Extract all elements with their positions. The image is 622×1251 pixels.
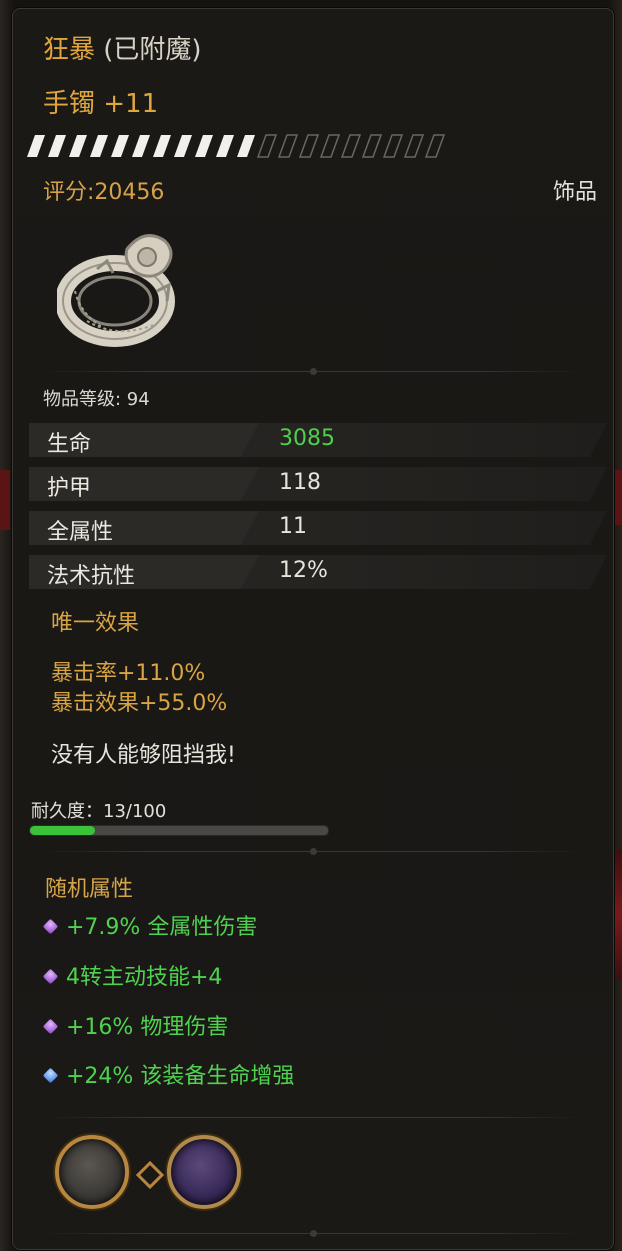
- durability-label: 耐久度：13/100: [31, 801, 167, 822]
- random-attribute-line: +16% 物理伤害: [42, 1009, 229, 1041]
- stat-row-health: 生命 3085: [29, 423, 607, 457]
- stat-row-armor: 护甲 118: [29, 467, 607, 501]
- random-attribute-line: +24% 该装备生命增强: [42, 1058, 295, 1090]
- section-divider: [43, 1230, 583, 1237]
- item-tooltip-panel: 狂暴 (已附魔) 手镯 +11 评分:20456 饰品 物品等级: 94 生命 …: [12, 8, 614, 1250]
- stat-name: 护甲: [47, 476, 92, 501]
- socket-link-icon: [135, 1160, 165, 1190]
- upgrade-segment: [90, 135, 108, 157]
- stat-name: 生命: [47, 432, 92, 457]
- purple-gem-icon: [42, 968, 59, 985]
- stat-row-spell-resistance: 法术抗性 12%: [29, 555, 607, 589]
- blue-gem-icon: [42, 1067, 59, 1084]
- stat-name: 全属性: [47, 520, 114, 545]
- random-attribute-text: +7.9% 全属性伤害: [66, 915, 258, 940]
- item-type-level: 手镯 +11: [43, 89, 159, 119]
- stat-row-all-attributes: 全属性 11: [29, 511, 607, 545]
- unique-effect-line: 暴击效果+55.0%: [51, 691, 228, 716]
- background-edge: [0, 470, 10, 530]
- empty-socket-slot[interactable]: [55, 1135, 129, 1209]
- upgrade-segment: [216, 135, 234, 157]
- upgrade-progress-bar: [27, 134, 446, 158]
- upgrade-segment: [298, 134, 320, 158]
- upgrade-segment: [237, 135, 255, 157]
- stat-value: 3085: [279, 426, 335, 451]
- random-attributes-title: 随机属性: [45, 877, 134, 902]
- stat-name: 法术抗性: [47, 564, 136, 589]
- item-title: 狂暴 (已附魔): [43, 29, 202, 66]
- upgrade-segment: [277, 134, 299, 158]
- upgrade-segment: [256, 134, 278, 158]
- upgrade-segment: [340, 134, 362, 158]
- random-attribute-line: +7.9% 全属性伤害: [42, 909, 258, 941]
- unique-effect-title: 唯一效果: [51, 611, 140, 636]
- random-attribute-line: 4转主动技能+4: [42, 959, 223, 991]
- stat-value: 11: [279, 514, 307, 539]
- upgrade-segment: [132, 135, 150, 157]
- upgrade-segment: [361, 134, 383, 158]
- section-divider: [43, 848, 583, 855]
- random-attribute-text: +24% 该装备生命增强: [66, 1064, 295, 1089]
- upgrade-segment: [69, 135, 87, 157]
- flavor-text: 没有人能够阻挡我!: [51, 743, 236, 768]
- random-attribute-text: 4转主动技能+4: [66, 965, 223, 990]
- random-attribute-text: +16% 物理伤害: [66, 1015, 229, 1040]
- upgrade-segment: [319, 134, 341, 158]
- durability-bar: [29, 825, 329, 836]
- item-category: 饰品: [552, 180, 597, 205]
- upgrade-segment: [174, 135, 192, 157]
- upgrade-segment: [382, 134, 404, 158]
- item-level: 物品等级: 94: [43, 389, 150, 410]
- purple-gem-icon: [42, 1018, 59, 1035]
- item-name: 狂暴: [43, 35, 96, 65]
- section-divider: [43, 368, 583, 375]
- purple-socket-slot[interactable]: [167, 1135, 241, 1209]
- upgrade-segment: [111, 135, 129, 157]
- durability-fill: [30, 826, 95, 835]
- upgrade-segment: [27, 135, 45, 157]
- stat-value: 12%: [279, 558, 328, 583]
- upgrade-segment: [153, 135, 171, 157]
- unique-effect-line: 暴击率+11.0%: [51, 661, 206, 686]
- stat-value: 118: [279, 470, 321, 495]
- item-score: 评分:20456: [43, 180, 165, 205]
- upgrade-segment: [48, 135, 66, 157]
- bracelet-ring-icon: [57, 234, 175, 347]
- upgrade-segment: [403, 134, 425, 158]
- upgrade-segment: [195, 135, 213, 157]
- section-divider: [43, 1117, 583, 1118]
- enchant-status: (已附魔): [95, 35, 202, 65]
- purple-gem-icon: [42, 918, 59, 935]
- upgrade-segment: [424, 134, 446, 158]
